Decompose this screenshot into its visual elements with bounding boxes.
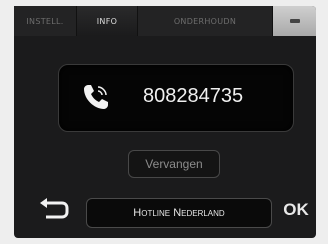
phone-number-display: 808284735 <box>58 64 294 132</box>
ok-button[interactable]: OK <box>278 196 314 224</box>
phone-number: 808284735 <box>143 85 244 107</box>
phone-handset-icon <box>84 85 108 109</box>
tab-handle-icon <box>289 19 300 23</box>
tab-maintenance[interactable]: ONDERHOUDN <box>138 6 273 36</box>
hotline-selector[interactable]: Hotline Nederland <box>86 198 272 228</box>
tab-info[interactable]: INFO <box>77 6 138 36</box>
hotline-label: Hotline Nederland <box>133 207 225 219</box>
tab-settings[interactable]: INSTELL. <box>14 6 77 36</box>
return-arrow-icon[interactable] <box>34 196 74 224</box>
tab-bar: INSTELL. INFO ONDERHOUDN <box>14 6 316 36</box>
tab-extra[interactable] <box>273 6 316 36</box>
replace-button[interactable]: Vervangen <box>128 150 220 178</box>
